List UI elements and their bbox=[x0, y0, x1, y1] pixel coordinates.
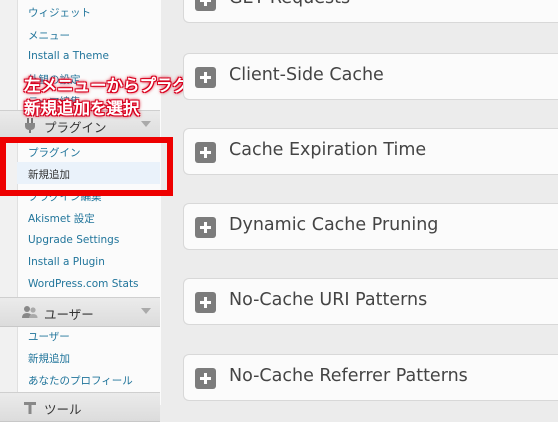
panel-title: No-Cache URI Patterns bbox=[229, 290, 428, 310]
sidebar-item-add-new-user[interactable]: 新規追加 bbox=[28, 351, 70, 366]
panel-title: GET Requests bbox=[229, 0, 350, 8]
sidebar-item-install-theme[interactable]: Install a Theme bbox=[28, 50, 109, 62]
sidebar-item-plugin-editor[interactable]: プラグイン編集 bbox=[28, 189, 102, 204]
tools-icon bbox=[24, 402, 36, 414]
plus-icon[interactable] bbox=[195, 67, 216, 88]
plus-icon[interactable] bbox=[195, 142, 216, 163]
sidebar-item-plugins[interactable]: プラグイン bbox=[28, 145, 81, 160]
panel-title: Client-Side Cache bbox=[229, 65, 384, 85]
sidebar-item-add-new-plugin[interactable]: 新規追加 bbox=[28, 167, 70, 182]
plus-icon[interactable] bbox=[195, 368, 216, 389]
sidebar-item-widgets[interactable]: ウィジェット bbox=[28, 5, 91, 20]
plus-icon[interactable] bbox=[195, 217, 216, 238]
panel-no-cache-referrer-patterns[interactable]: No-Cache Referrer Patterns bbox=[183, 354, 558, 401]
annotation-line-2: 新規追加を選択 bbox=[24, 99, 140, 118]
plus-icon[interactable] bbox=[195, 0, 216, 11]
sidebar-menu-tools[interactable]: ツール bbox=[0, 392, 160, 422]
sidebar-item-menus[interactable]: メニュー bbox=[28, 28, 70, 43]
panel-client-side-cache[interactable]: Client-Side Cache bbox=[183, 53, 558, 100]
sidebar-menu-users[interactable]: ユーザー bbox=[0, 297, 160, 327]
panel-dynamic-cache-pruning[interactable]: Dynamic Cache Pruning bbox=[183, 203, 558, 250]
sidebar-item-install-plugin[interactable]: Install a Plugin bbox=[28, 256, 105, 268]
sidebar-menu-users-label: ユーザー bbox=[44, 307, 94, 322]
admin-sidebar: ウィジェット メニュー Install a Theme 外観の設定 テーマ編集 … bbox=[0, 0, 161, 422]
panel-get-requests[interactable]: GET Requests bbox=[183, 0, 558, 23]
panel-cache-expiration-time[interactable]: Cache Expiration Time bbox=[183, 128, 558, 175]
sidebar-menu-tools-label: ツール bbox=[44, 402, 82, 417]
sidebar-item-users[interactable]: ユーザー bbox=[28, 329, 70, 344]
panel-no-cache-uri-patterns[interactable]: No-Cache URI Patterns bbox=[183, 278, 558, 325]
chevron-down-icon[interactable] bbox=[141, 308, 151, 314]
sidebar-item-upgrade-settings[interactable]: Upgrade Settings bbox=[28, 234, 119, 246]
users-icon bbox=[22, 306, 38, 318]
chevron-down-icon[interactable] bbox=[141, 121, 151, 127]
plus-icon[interactable] bbox=[195, 292, 216, 313]
sidebar-item-your-profile[interactable]: あなたのプロフィール bbox=[28, 373, 133, 388]
panel-title: Dynamic Cache Pruning bbox=[229, 215, 439, 235]
sidebar-item-akismet[interactable]: Akismet 設定 bbox=[28, 211, 95, 226]
sidebar-item-wordpress-stats[interactable]: WordPress.com Stats bbox=[28, 278, 139, 290]
panel-title: No-Cache Referrer Patterns bbox=[229, 366, 468, 386]
panel-title: Cache Expiration Time bbox=[229, 140, 427, 160]
